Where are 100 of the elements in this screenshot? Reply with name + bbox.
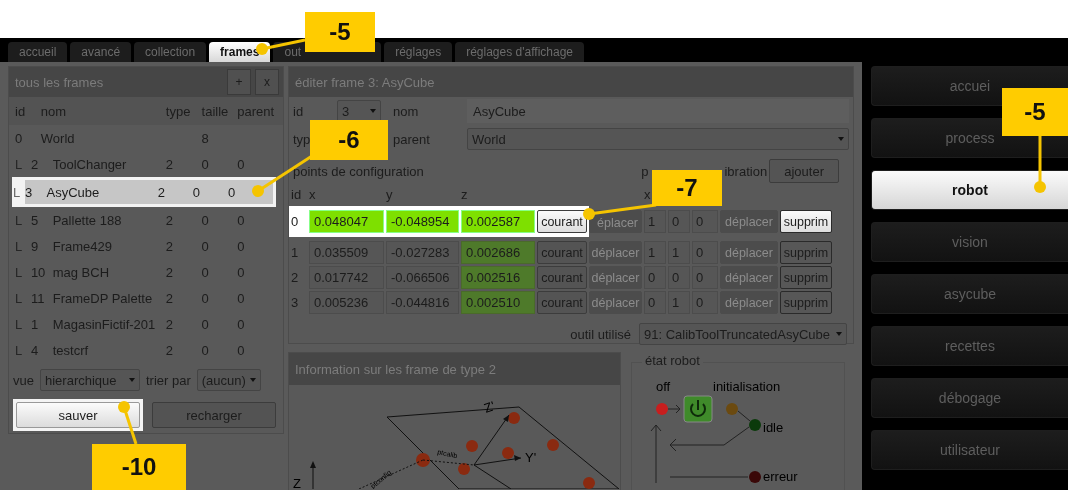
callout-tooltip: -5 (305, 12, 375, 52)
move-button[interactable]: déplacer (720, 241, 778, 264)
row-id: 1 (291, 245, 300, 260)
size-cell: 0 (201, 342, 209, 358)
calibration-cell[interactable]: 0 (668, 210, 690, 233)
id-dropdown[interactable]: 3 (337, 100, 381, 122)
size-cell: 0 (201, 264, 209, 280)
coordinate-cell[interactable]: -0.044816 (386, 291, 459, 314)
current-button[interactable]: courant (537, 266, 587, 289)
coordinate-cell[interactable]: -0.066506 (386, 266, 459, 289)
row-id: 0 (291, 214, 300, 229)
nav-button[interactable]: vision (871, 222, 1068, 262)
section-label: points de configuration (293, 163, 425, 179)
move-button[interactable]: déplacer (589, 291, 642, 314)
calibration-cell[interactable]: 0 (692, 241, 718, 264)
move-button[interactable]: déplacer (720, 210, 778, 233)
delete-button[interactable]: supprim (780, 210, 832, 233)
parent-cell: 0 (237, 238, 245, 254)
calibration-cell[interactable]: 0 (692, 291, 718, 314)
tab[interactable]: réglages d'affichage (455, 42, 584, 62)
parent-cell: 0 (237, 264, 245, 280)
calibration-cell[interactable]: 0 (644, 291, 666, 314)
calibration-cell[interactable]: 1 (668, 291, 690, 314)
calibration-cell[interactable]: 0 (692, 266, 718, 289)
parent-cell: 0 (237, 212, 245, 228)
id-cell-text: 11 (30, 290, 46, 306)
save-button[interactable]: sauver (16, 402, 140, 428)
tab[interactable]: frames (209, 42, 271, 62)
tab[interactable]: accueil (8, 42, 68, 62)
column-header: z (461, 186, 469, 202)
size-cell: 0 (192, 184, 201, 200)
sort-dropdown[interactable]: (aucun) (196, 369, 261, 391)
view-label: vue (13, 372, 34, 388)
nav-button[interactable]: débogage (871, 378, 1068, 418)
nav-button[interactable]: utilisateur (871, 430, 1068, 470)
size-cell: 8 (201, 130, 209, 146)
delete-button[interactable]: supprim (780, 241, 832, 264)
coordinate-cell[interactable]: 0.035509 (309, 241, 384, 264)
leader-line (118, 401, 138, 445)
size-cell: 0 (201, 290, 209, 306)
calibration-cell[interactable]: 1 (668, 241, 690, 264)
coordinate-cell[interactable]: -0.048954 (386, 210, 459, 233)
current-button[interactable]: courant (537, 241, 587, 264)
id-cell-text: 2 (30, 156, 40, 172)
name-cell-text: ToolChanger (52, 156, 128, 172)
id-cell-text: 4 (30, 342, 40, 358)
tool-dropdown[interactable]: 91: CalibToolTruncatedAsyCube (639, 323, 847, 345)
callout-tooltip: -5 (1002, 88, 1068, 136)
current-button[interactable]: courant (537, 291, 587, 314)
nav-button[interactable]: recettes (871, 326, 1068, 366)
coordinate-cell[interactable]: -0.027283 (386, 241, 459, 264)
nav-button[interactable]: robot (871, 170, 1068, 210)
tab[interactable]: avancé (70, 42, 132, 62)
tab[interactable]: réglages (384, 42, 453, 62)
current-button[interactable]: courant (537, 210, 587, 233)
name-cell-text: mag BCH (52, 264, 111, 280)
column-header: x (644, 186, 652, 202)
move-button[interactable]: déplacer (589, 266, 642, 289)
name-field[interactable]: AsyCube (467, 99, 849, 123)
caret-icon (838, 137, 844, 141)
id-cell-text: 3 (25, 184, 34, 200)
type-cell: 2 (165, 342, 174, 358)
calibration-cell[interactable]: 1 (644, 241, 666, 264)
caret-icon (370, 109, 376, 113)
delete-button[interactable]: supprim (780, 291, 832, 314)
coordinate-cell[interactable]: 0.005236 (309, 291, 384, 314)
delete-button[interactable]: supprim (780, 266, 832, 289)
size-cell: 0 (201, 212, 209, 228)
move-button[interactable]: déplacer (720, 291, 778, 314)
row-id: 2 (291, 270, 300, 285)
id-cell-text: 5 (30, 212, 40, 228)
calibration-cell[interactable]: 1 (644, 210, 666, 233)
parent-dropdown[interactable]: World (467, 128, 849, 150)
calibration-cell[interactable]: 0 (668, 266, 690, 289)
parent-cell: 0 (237, 156, 245, 172)
reload-button[interactable]: recharger (152, 402, 276, 428)
name-cell-text: MagasinFictif-201 (52, 316, 157, 332)
tree-row[interactable]: 0 World 8 (9, 125, 283, 151)
coordinate-cell[interactable]: 0.048047 (309, 210, 384, 233)
coordinate-cell[interactable]: 0.002686 (461, 241, 535, 264)
name-cell-text: World (40, 130, 76, 146)
view-dropdown[interactable]: hierarchique (39, 369, 140, 391)
column-header: x (309, 186, 317, 202)
coordinate-cell[interactable]: 0.017742 (309, 266, 384, 289)
size-cell: 0 (201, 316, 209, 332)
calibration-cell[interactable]: 0 (692, 210, 718, 233)
tool-label: outil utilisé (570, 326, 631, 342)
nav-button[interactable]: asycube (871, 274, 1068, 314)
name-cell-text: testcrf (52, 342, 90, 358)
add-button[interactable]: + (227, 69, 251, 95)
coordinate-cell[interactable]: 0.002510 (461, 291, 535, 314)
sort-label: trier par (145, 372, 191, 388)
calibration-cell[interactable]: 0 (644, 266, 666, 289)
coordinate-cell[interactable]: 0.002516 (461, 266, 535, 289)
tab[interactable]: collection (134, 42, 207, 62)
move-button[interactable]: déplacer (589, 241, 642, 264)
name-cell-text: Frame429 (52, 238, 113, 254)
add-button[interactable]: ajouter (769, 159, 839, 183)
coordinate-cell[interactable]: 0.002587 (461, 210, 535, 233)
move-button[interactable]: déplacer (720, 266, 778, 289)
